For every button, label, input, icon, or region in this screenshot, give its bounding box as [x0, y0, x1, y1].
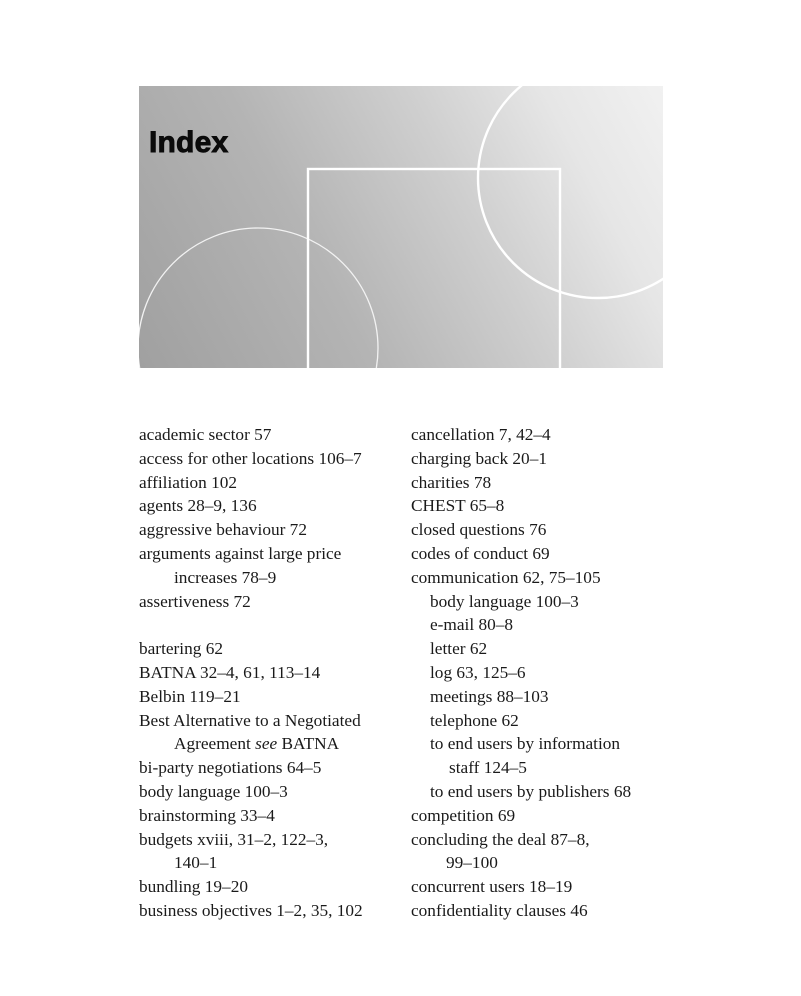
index-entry: budgets xviii, 31–2, 122–3, 140–1: [139, 828, 404, 876]
decorative-square: [306, 167, 562, 368]
page-title: Index: [149, 126, 229, 160]
index-entry: concurrent users 18–19: [411, 877, 573, 897]
index-entry: BATNA 32–4, 61, 113–14: [139, 662, 321, 682]
index-entry: bartering 62: [139, 639, 223, 659]
index-entry: competition 69: [411, 805, 516, 825]
index-entry: Best Alternative to a Negotiated Agreeme…: [139, 709, 404, 757]
index-entry-continuation: increases 78–9: [174, 567, 277, 587]
index-subentry: to end users by publishers 68: [430, 781, 632, 801]
index-entry: communication 62, 75–105: [411, 567, 601, 587]
index-entry: bi-party negotiations 64–5: [139, 758, 322, 778]
decorative-circle-large: [476, 86, 663, 300]
index-entry: affiliation 102: [139, 472, 238, 492]
index-entry: confidentiality clauses 46: [411, 900, 588, 920]
group-separator: [139, 613, 404, 637]
index-entry: charging back 20–1: [411, 448, 547, 468]
index-entry: access for other locations 106–7: [139, 448, 362, 468]
index-group-a: academic sector 57 access for other loca…: [139, 423, 404, 613]
cross-reference-target: BATNA: [277, 734, 340, 754]
index-entry: charities 78: [411, 472, 492, 492]
index-entry: agents 28–9, 136: [139, 496, 257, 516]
index-entry: body language 100–3: [139, 781, 288, 801]
index-subentry: meetings 88–103: [430, 686, 549, 706]
index-entry-continuation: 140–1: [174, 853, 218, 873]
index-entry-text: to end users by information: [430, 734, 621, 754]
index-entry: bundling 19–20: [139, 877, 248, 897]
index-subentry: log 63, 125–6: [430, 662, 526, 682]
index-subentry: e-mail 80–8: [430, 615, 514, 635]
index-column-right: cancellation 7, 42–4 charging back 20–1 …: [411, 423, 671, 923]
index-entry: assertiveness 72: [139, 591, 251, 611]
index-group-b: bartering 62 BATNA 32–4, 61, 113–14 Belb…: [139, 637, 404, 923]
decorative-circle-small: [139, 227, 379, 368]
index-entry-text: arguments against large price: [139, 543, 342, 563]
index-entry: cancellation 7, 42–4: [411, 425, 551, 444]
index-entry: CHEST 65–8: [411, 496, 505, 516]
see-reference: see: [255, 734, 278, 754]
index-entry: codes of conduct 69: [411, 543, 550, 563]
index-entry: brainstorming 33–4: [139, 805, 275, 825]
chapter-header-graphic: Index: [139, 86, 663, 368]
index-subentry: to end users by information staff 124–5: [411, 732, 671, 780]
index-entry: closed questions 76: [411, 520, 547, 540]
index-entry: academic sector 57: [139, 425, 272, 444]
index-entry-continuation: 99–100: [446, 853, 498, 873]
index-entry: business objectives 1–2, 35, 102: [139, 900, 363, 920]
index-entry-continuation: staff 124–5: [449, 758, 527, 778]
index-entry: aggressive behaviour 72: [139, 520, 307, 540]
index-entry-text: concluding the deal 87–8,: [411, 829, 590, 849]
index-subentry: telephone 62: [430, 710, 519, 730]
index-entry-continuation: Agreement see BATNA: [139, 732, 404, 756]
index-entry-text: budgets xviii, 31–2, 122–3,: [139, 829, 329, 849]
index-entry: Belbin 119–21: [139, 686, 241, 706]
index-entry: concluding the deal 87–8, 99–100: [411, 828, 671, 876]
index-subentry: body language 100–3: [430, 591, 579, 611]
continuation-text: Agreement: [174, 734, 256, 754]
index-entry: arguments against large price increases …: [139, 542, 404, 590]
index-subentry: letter 62: [430, 639, 488, 659]
index-entry-text: Best Alternative to a Negotiated: [139, 710, 361, 730]
index-column-left: academic sector 57 access for other loca…: [139, 423, 404, 923]
